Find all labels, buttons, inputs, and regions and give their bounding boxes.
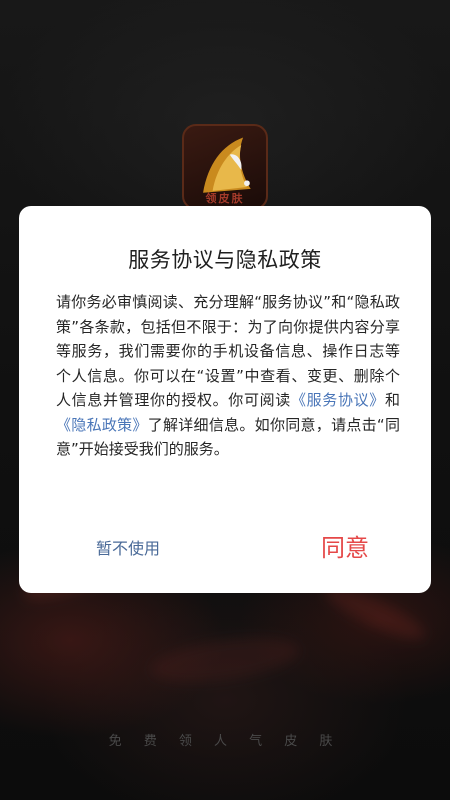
privacy-policy-link[interactable]: 《隐私政策》 (56, 416, 148, 434)
dialog-title: 服务协议与隐私政策 (128, 248, 322, 272)
privacy-dialog: 服务协议与隐私政策 请你务必审慎阅读、充分理解“服务协议”和“隐私政策”各条款，… (19, 206, 431, 593)
service-agreement-link[interactable]: 《服务协议》 (291, 391, 385, 409)
agree-button[interactable]: 同意 (285, 526, 405, 572)
body-text: 和 (384, 391, 400, 409)
app-logo: 领皮肤 (182, 124, 268, 210)
background-decor (147, 629, 303, 691)
decline-button[interactable]: 暂不使用 (73, 533, 183, 567)
logo-text: 领皮肤 (205, 192, 245, 205)
app-tagline: 免 费 领 人 气 皮 肤 (108, 734, 342, 749)
dialog-body: 请你务必审慎阅读、充分理解“服务协议”和“隐私政策”各条款，包括但不限于：为了向… (56, 290, 400, 462)
